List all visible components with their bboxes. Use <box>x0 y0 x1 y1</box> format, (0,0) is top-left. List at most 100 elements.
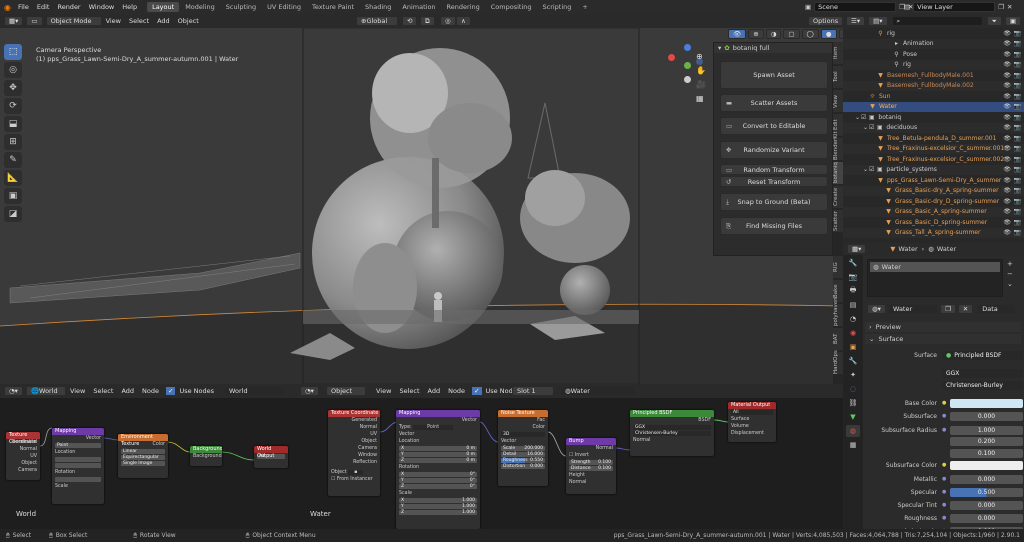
move-tool[interactable]: ✥ <box>4 80 22 96</box>
world-menu-select[interactable]: Select <box>89 387 117 395</box>
world-editor-type-button[interactable]: ◔▾ <box>4 386 23 396</box>
output-tab-icon[interactable]: 🖶 <box>846 285 860 297</box>
mapping-rot-x[interactable]: X 0° <box>399 472 477 477</box>
preview-panel-header[interactable]: › Preview <box>865 322 1021 332</box>
render-camera-icon[interactable]: 📷 <box>1014 72 1021 79</box>
visibility-eye-icon[interactable]: 👁 <box>1003 93 1011 100</box>
outliner-tree[interactable]: ⚲ rig 👁 📷 ▸ Animation 👁 📷 ⚲ Pose 👁 📷 ⚲ rig 👁 📷 ▼ Basemesh… <box>843 28 1024 243</box>
tab-animation[interactable]: Animation <box>397 2 440 12</box>
object-shader-type-dropdown[interactable]: Object <box>326 386 366 396</box>
visibility-eye-icon[interactable]: 👁 <box>1003 166 1011 173</box>
modifier-tab-icon[interactable]: 🔧 <box>846 355 860 367</box>
noise-texture-node[interactable]: Noise Texture Fac Color 3D Vector Scale 2… <box>498 410 548 486</box>
render-camera-icon[interactable]: 📷 <box>1014 124 1021 131</box>
render-camera-icon[interactable]: 📷 <box>1014 93 1021 100</box>
visibility-eye-icon[interactable]: 👁 <box>1003 229 1011 236</box>
render-camera-icon[interactable]: 📷 <box>1014 40 1021 47</box>
from-instancer-checkbox[interactable]: ☐ From Instancer <box>328 476 380 483</box>
mapping-scl-x[interactable]: X 1.000 <box>399 498 477 503</box>
material-node-editor[interactable]: Texture Coordinate Generated Normal UV O… <box>296 398 843 529</box>
mode-dropdown[interactable]: Object Mode <box>45 16 102 26</box>
outliner-row[interactable]: ▼ Grass_Basic_D_spring-summer 👁 📷 <box>843 217 1024 228</box>
render-camera-icon[interactable]: 📷 <box>1014 198 1021 205</box>
menu-add[interactable]: Add <box>153 17 174 25</box>
outliner-row[interactable]: ▼ pps_Grass_Lawn-Semi-Dry_A_summer 👁 📷 <box>843 175 1024 186</box>
render-camera-icon[interactable]: 📷 <box>1014 208 1021 215</box>
world-menu-view[interactable]: View <box>66 387 89 395</box>
world-menu-node[interactable]: Node <box>138 387 163 395</box>
menu-view[interactable]: View <box>102 17 125 25</box>
texcoord-object-field[interactable]: Object ▪ <box>328 469 380 476</box>
material-editor-type-button[interactable]: ◔▾ <box>300 386 319 396</box>
world-tab-icon[interactable]: ◉ <box>846 327 860 339</box>
physics-tab-icon[interactable]: ◌ <box>846 383 860 395</box>
number-field[interactable]: 0.000 <box>950 411 1023 421</box>
proportional-edit-button[interactable]: ◎ <box>440 16 456 26</box>
spawn-asset-button[interactable]: Spawn Asset <box>720 61 828 89</box>
visibility-eye-icon[interactable]: 👁 <box>1003 114 1011 121</box>
select-tool-button[interactable]: ▭ <box>26 16 43 26</box>
snap-button[interactable]: ⧉ <box>420 16 435 26</box>
add-slot-icon[interactable]: + <box>1007 259 1019 269</box>
world-env-src[interactable]: Single Image <box>121 461 165 466</box>
mat-menu-select[interactable]: Select <box>395 387 423 395</box>
outliner-row[interactable]: ⚲ Pose 👁 📷 <box>843 49 1024 60</box>
world-texcoord-node[interactable]: Texture Coordinate Generated Normal UV O… <box>6 432 40 480</box>
render-camera-icon[interactable]: 📷 <box>1014 61 1021 68</box>
outliner-row[interactable]: ⌄ ☑ ▣ deciduous 👁 📷 <box>843 122 1024 133</box>
outliner-filter-button[interactable]: ⏷ <box>986 16 1002 26</box>
render-camera-icon[interactable]: 📷 <box>1014 177 1021 184</box>
number-field[interactable]: 0.000 <box>950 474 1023 484</box>
side-tab-blenderkit[interactable]: BlenderKit <box>833 131 843 160</box>
visibility-eye-icon[interactable]: 👁 <box>1003 198 1011 205</box>
render-camera-icon[interactable]: 📷 <box>1014 114 1021 121</box>
distribution-dropdown[interactable]: GGX <box>942 368 1023 378</box>
outliner-row[interactable]: ▼ Basemesh_FullbodyMale.002 👁 📷 <box>843 80 1024 91</box>
world-mapping-node[interactable]: Mapping Vector Point Location Rotation S… <box>52 428 104 504</box>
outliner-row[interactable]: ▼ Grass_Basic-dry_D_spring-summer 👁 📷 <box>843 196 1024 207</box>
bump-strength-field[interactable]: Strength 0.100 <box>569 460 613 465</box>
visibility-eye-icon[interactable]: 👁 <box>1003 156 1011 163</box>
snap-ground-button[interactable]: ⤓ Snap to Ground (Beta) <box>720 193 828 211</box>
gizmo-toggle-icon[interactable]: ⊕ <box>748 29 764 39</box>
falloff-button[interactable]: ∧ <box>456 16 471 26</box>
outliner-row[interactable]: ▼ Grass_Basic-dry_A_spring-summer 👁 📷 <box>843 185 1024 196</box>
annotate-tool[interactable]: ✎ <box>4 152 22 168</box>
select-box-tool[interactable]: ⬚ <box>4 44 22 60</box>
noise-roughness-field[interactable]: Roughness 0.550 <box>501 458 545 463</box>
texcoord-node[interactable]: Texture Coordinate Generated Normal UV O… <box>328 410 380 496</box>
visibility-eye-icon[interactable]: 👁 <box>1003 219 1011 226</box>
mapping-node[interactable]: Mapping Vector Type: Point Vector Locati… <box>396 410 480 529</box>
visibility-eye-icon[interactable]: 👁 <box>1003 135 1011 142</box>
outliner-row[interactable]: ▼ Water 👁 📷 <box>843 101 1024 112</box>
number-field[interactable]: 0.100 <box>950 448 1023 458</box>
side-tab-create[interactable]: Create <box>833 186 843 208</box>
visibility-eye-icon[interactable]: 👁 <box>1003 82 1011 89</box>
bump-invert-checkbox[interactable]: ☐ Invert <box>566 452 616 459</box>
surface-panel-header[interactable]: ⌄ Surface <box>865 334 1021 344</box>
collection-checkbox-icon[interactable]: ☑ <box>869 166 874 173</box>
world-env-interp[interactable]: Linear <box>121 449 165 454</box>
side-tab-tool[interactable]: Tool <box>833 66 843 88</box>
add-cube-tool[interactable]: ▣ <box>4 188 22 204</box>
visibility-eye-icon[interactable]: 👁 <box>1003 145 1011 152</box>
visibility-eye-icon[interactable]: 👁 <box>1003 51 1011 58</box>
ortho-grid-icon[interactable]: ▦ <box>696 92 708 106</box>
color-swatch[interactable] <box>950 460 1023 470</box>
visibility-eye-icon[interactable]: 👁 <box>1003 30 1011 37</box>
material-datablock-field[interactable]: ◍ Water <box>560 386 635 396</box>
outliner-row[interactable]: ▼ Tree_Betula-pendula_D_summer.001 👁 📷 <box>843 133 1024 144</box>
orientation-dropdown[interactable]: ⊕ Global <box>356 16 398 26</box>
material-output-node[interactable]: Material Output All Surface Volume Displ… <box>728 402 776 442</box>
bump-node[interactable]: Bump Normal ☐ Invert Strength 0.100 Dista… <box>566 438 616 494</box>
render-camera-icon[interactable]: 📷 <box>1014 145 1021 152</box>
shading-solid-icon[interactable]: ● <box>820 29 837 39</box>
tool-tab-icon[interactable]: 🔧 <box>846 257 860 269</box>
bsdf-subsurface-method-dropdown[interactable]: Christensen-Burley <box>633 431 711 436</box>
scene-tab-icon[interactable]: ◔ <box>846 313 860 325</box>
socket-dot-icon[interactable]: ● <box>942 476 950 482</box>
outliner-row[interactable]: ⚲ rig 👁 📷 <box>843 28 1024 39</box>
socket-dot-icon[interactable]: ● <box>942 502 950 508</box>
noise-distortion-field[interactable]: Distortion 0.000 <box>501 464 545 469</box>
subsurface-method-dropdown[interactable]: Christensen-Burley <box>942 380 1023 390</box>
